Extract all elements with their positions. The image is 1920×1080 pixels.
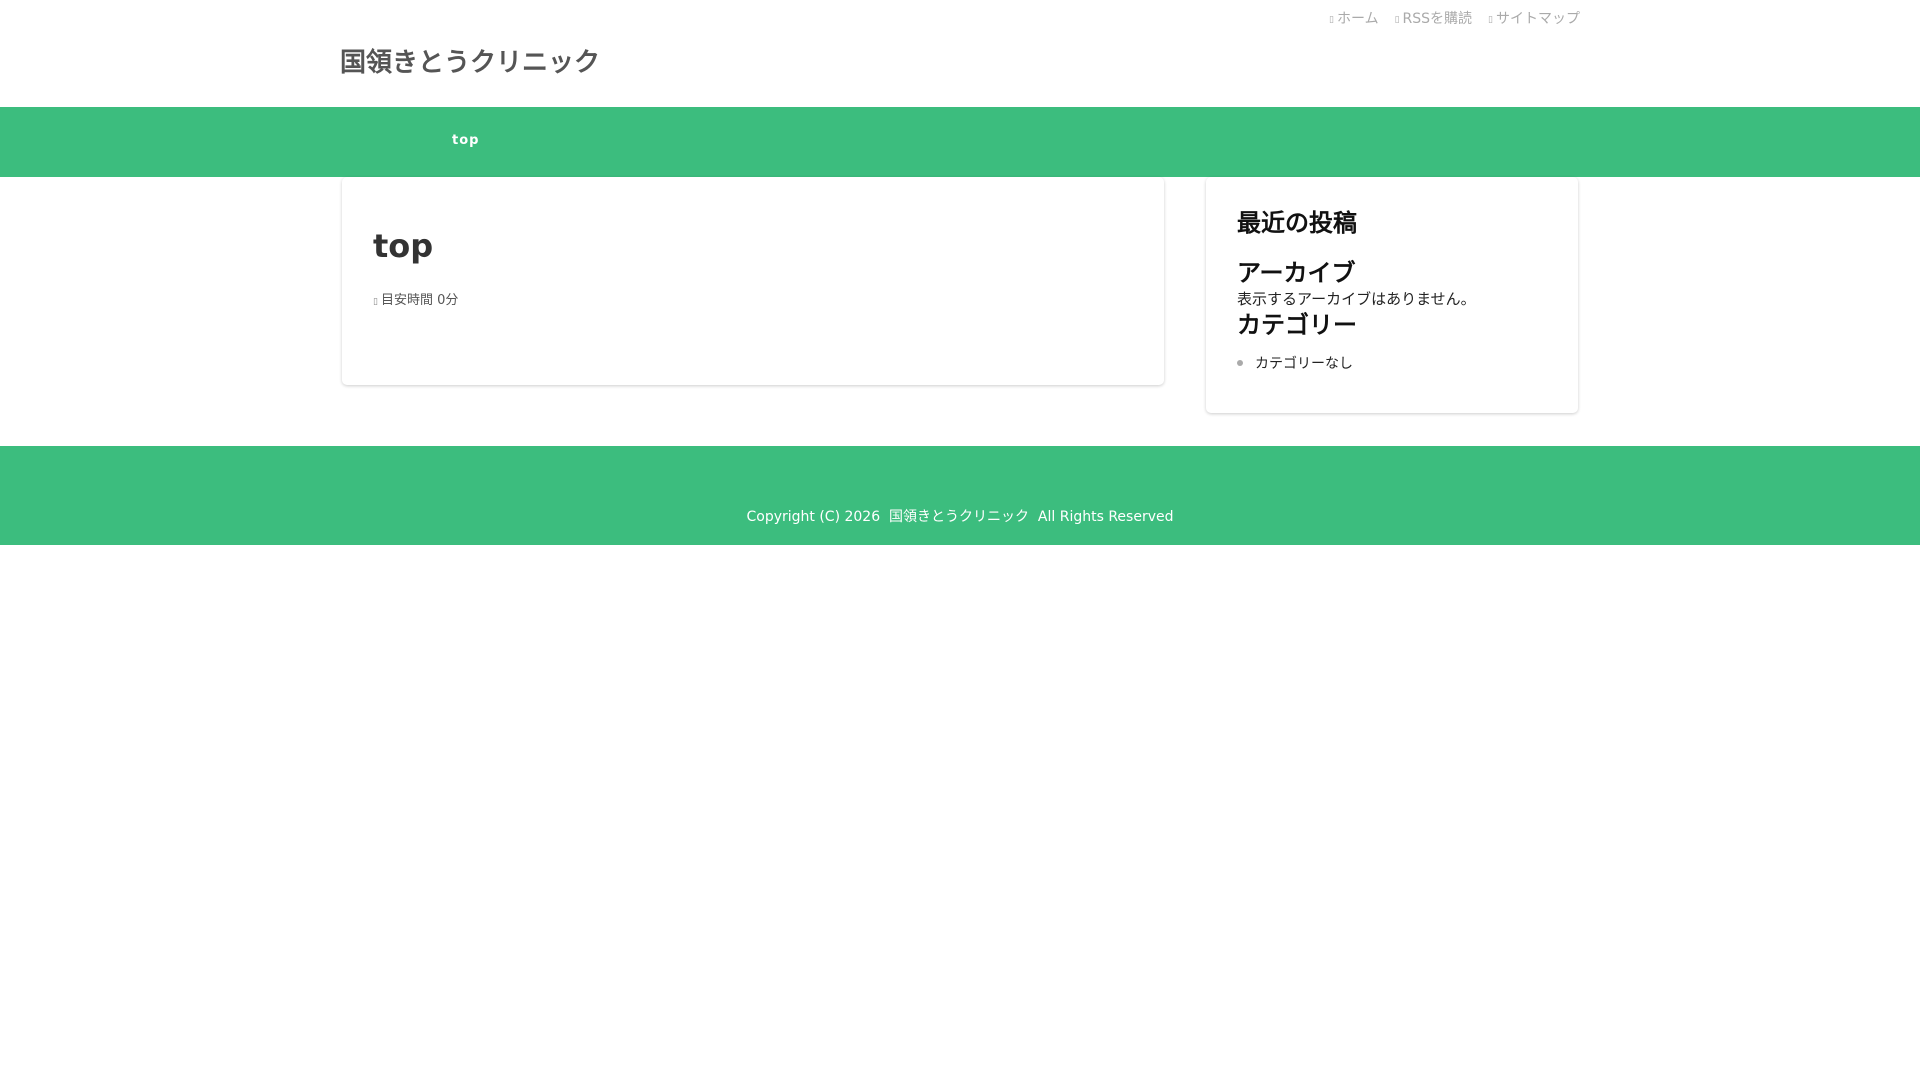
sitemap-link[interactable]: ▯ サイトマップ xyxy=(1488,8,1580,28)
archive-empty-text: 表示するアーカイブはありません。 xyxy=(1237,290,1476,308)
main-article: top ▯ 目安時間 0分 xyxy=(342,177,1164,385)
archive-heading: アーカイブ xyxy=(1237,259,1356,287)
rss-link[interactable]: ▯ RSSを購読 xyxy=(1395,8,1472,28)
global-nav: top xyxy=(0,107,1920,177)
category-heading: カテゴリー xyxy=(1237,311,1357,339)
nav-item-top[interactable]: top xyxy=(452,133,479,148)
top-links: ▯ ホーム ▯ RSSを購読 ▯ サイトマップ xyxy=(1329,8,1580,28)
home-icon: ▯ xyxy=(1329,15,1334,25)
category-list: カテゴリーなし xyxy=(1237,353,1547,373)
sitemap-icon: ▯ xyxy=(1488,15,1493,25)
footer: Copyright (C) 2026 国領きとうクリニック All Rights… xyxy=(0,446,1920,545)
reading-time: ▯ 目安時間 0分 xyxy=(373,293,459,308)
home-link[interactable]: ▯ ホーム xyxy=(1329,8,1379,28)
site-title[interactable]: 国領きとうクリニック xyxy=(340,42,600,79)
page-title: top xyxy=(373,227,434,265)
copyright: Copyright (C) 2026 国領きとうクリニック All Rights… xyxy=(746,509,1174,525)
clock-icon: ▯ xyxy=(373,297,378,307)
bullet-icon xyxy=(1237,360,1243,366)
rss-icon: ▯ xyxy=(1394,15,1400,25)
sidebar: 最近の投稿 アーカイブ 表示するアーカイブはありません。 カテゴリー カテゴリー… xyxy=(1206,177,1578,413)
category-item[interactable]: カテゴリーなし xyxy=(1237,353,1547,373)
recent-posts-heading: 最近の投稿 xyxy=(1237,209,1357,237)
